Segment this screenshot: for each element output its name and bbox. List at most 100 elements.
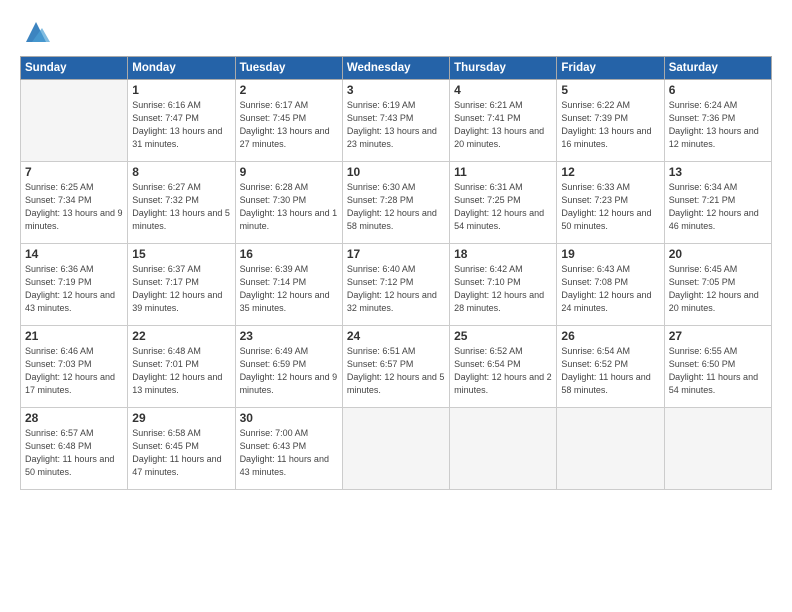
day-info: Sunrise: 6:30 AMSunset: 7:28 PMDaylight:… [347,181,445,233]
weekday-header-row: SundayMondayTuesdayWednesdayThursdayFrid… [21,57,772,80]
page-header [20,18,772,46]
calendar-day-cell: 10 Sunrise: 6:30 AMSunset: 7:28 PMDayligh… [342,162,449,244]
calendar-day-cell: 9 Sunrise: 6:28 AMSunset: 7:30 PMDaylight… [235,162,342,244]
day-info: Sunrise: 6:45 AMSunset: 7:05 PMDaylight:… [669,263,767,315]
day-info: Sunrise: 6:33 AMSunset: 7:23 PMDaylight:… [561,181,659,233]
weekday-header: Wednesday [342,57,449,80]
calendar-day-cell: 17 Sunrise: 6:40 AMSunset: 7:12 PMDayligh… [342,244,449,326]
day-info: Sunrise: 6:46 AMSunset: 7:03 PMDaylight:… [25,345,123,397]
day-info: Sunrise: 6:19 AMSunset: 7:43 PMDaylight:… [347,99,445,151]
day-info: Sunrise: 6:57 AMSunset: 6:48 PMDaylight:… [25,427,123,479]
day-number: 26 [561,329,659,343]
day-info: Sunrise: 6:39 AMSunset: 7:14 PMDaylight:… [240,263,338,315]
weekday-header: Saturday [664,57,771,80]
day-number: 16 [240,247,338,261]
day-info: Sunrise: 6:28 AMSunset: 7:30 PMDaylight:… [240,181,338,233]
calendar-day-cell: 6 Sunrise: 6:24 AMSunset: 7:36 PMDaylight… [664,80,771,162]
calendar-day-cell [450,408,557,490]
calendar-day-cell: 29 Sunrise: 6:58 AMSunset: 6:45 PMDayligh… [128,408,235,490]
day-number: 11 [454,165,552,179]
day-info: Sunrise: 6:42 AMSunset: 7:10 PMDaylight:… [454,263,552,315]
day-number: 21 [25,329,123,343]
calendar-day-cell: 21 Sunrise: 6:46 AMSunset: 7:03 PMDayligh… [21,326,128,408]
day-number: 28 [25,411,123,425]
calendar-week-row: 7 Sunrise: 6:25 AMSunset: 7:34 PMDaylight… [21,162,772,244]
day-info: Sunrise: 6:36 AMSunset: 7:19 PMDaylight:… [25,263,123,315]
calendar-day-cell: 26 Sunrise: 6:54 AMSunset: 6:52 PMDayligh… [557,326,664,408]
calendar-day-cell: 4 Sunrise: 6:21 AMSunset: 7:41 PMDaylight… [450,80,557,162]
day-number: 24 [347,329,445,343]
calendar-day-cell: 5 Sunrise: 6:22 AMSunset: 7:39 PMDaylight… [557,80,664,162]
day-info: Sunrise: 6:43 AMSunset: 7:08 PMDaylight:… [561,263,659,315]
day-number: 23 [240,329,338,343]
day-number: 27 [669,329,767,343]
calendar-day-cell: 23 Sunrise: 6:49 AMSunset: 6:59 PMDayligh… [235,326,342,408]
calendar-day-cell: 16 Sunrise: 6:39 AMSunset: 7:14 PMDayligh… [235,244,342,326]
logo [20,18,50,46]
day-number: 29 [132,411,230,425]
calendar-day-cell: 7 Sunrise: 6:25 AMSunset: 7:34 PMDaylight… [21,162,128,244]
calendar-day-cell [342,408,449,490]
calendar-day-cell [664,408,771,490]
day-number: 30 [240,411,338,425]
day-number: 22 [132,329,230,343]
weekday-header: Tuesday [235,57,342,80]
calendar-day-cell: 11 Sunrise: 6:31 AMSunset: 7:25 PMDayligh… [450,162,557,244]
calendar-day-cell [21,80,128,162]
day-info: Sunrise: 6:34 AMSunset: 7:21 PMDaylight:… [669,181,767,233]
day-number: 18 [454,247,552,261]
day-number: 14 [25,247,123,261]
calendar-day-cell: 1 Sunrise: 6:16 AMSunset: 7:47 PMDaylight… [128,80,235,162]
day-number: 10 [347,165,445,179]
calendar-week-row: 14 Sunrise: 6:36 AMSunset: 7:19 PMDayligh… [21,244,772,326]
day-number: 1 [132,83,230,97]
day-info: Sunrise: 6:54 AMSunset: 6:52 PMDaylight:… [561,345,659,397]
calendar-day-cell: 27Sunrise: 6:55 AMSunset: 6:50 PMDayligh… [664,326,771,408]
day-number: 20 [669,247,767,261]
calendar-day-cell: 28 Sunrise: 6:57 AMSunset: 6:48 PMDayligh… [21,408,128,490]
calendar-day-cell: 24 Sunrise: 6:51 AMSunset: 6:57 PMDayligh… [342,326,449,408]
day-number: 15 [132,247,230,261]
day-number: 3 [347,83,445,97]
calendar-day-cell: 2 Sunrise: 6:17 AMSunset: 7:45 PMDaylight… [235,80,342,162]
calendar-day-cell: 3 Sunrise: 6:19 AMSunset: 7:43 PMDaylight… [342,80,449,162]
day-info: Sunrise: 6:58 AMSunset: 6:45 PMDaylight:… [132,427,230,479]
day-info: Sunrise: 6:31 AMSunset: 7:25 PMDaylight:… [454,181,552,233]
calendar-week-row: 28 Sunrise: 6:57 AMSunset: 6:48 PMDayligh… [21,408,772,490]
day-number: 9 [240,165,338,179]
weekday-header: Thursday [450,57,557,80]
calendar-day-cell: 25Sunrise: 6:52 AMSunset: 6:54 PMDayligh… [450,326,557,408]
calendar-day-cell: 13 Sunrise: 6:34 AMSunset: 7:21 PMDayligh… [664,162,771,244]
day-info: Sunrise: 6:17 AMSunset: 7:45 PMDaylight:… [240,99,338,151]
calendar-day-cell: 15 Sunrise: 6:37 AMSunset: 7:17 PMDayligh… [128,244,235,326]
day-number: 8 [132,165,230,179]
day-number: 19 [561,247,659,261]
day-info: Sunrise: 6:22 AMSunset: 7:39 PMDaylight:… [561,99,659,151]
calendar-day-cell: 12 Sunrise: 6:33 AMSunset: 7:23 PMDayligh… [557,162,664,244]
day-info: Sunrise: 6:37 AMSunset: 7:17 PMDaylight:… [132,263,230,315]
day-number: 4 [454,83,552,97]
day-number: 7 [25,165,123,179]
calendar-day-cell: 20 Sunrise: 6:45 AMSunset: 7:05 PMDayligh… [664,244,771,326]
day-number: 13 [669,165,767,179]
calendar-day-cell: 14 Sunrise: 6:36 AMSunset: 7:19 PMDayligh… [21,244,128,326]
calendar-day-cell: 8Sunrise: 6:27 AMSunset: 7:32 PMDaylight… [128,162,235,244]
day-number: 6 [669,83,767,97]
day-number: 17 [347,247,445,261]
day-info: Sunrise: 6:49 AMSunset: 6:59 PMDaylight:… [240,345,338,397]
day-number: 2 [240,83,338,97]
weekday-header: Monday [128,57,235,80]
calendar-day-cell: 19 Sunrise: 6:43 AMSunset: 7:08 PMDayligh… [557,244,664,326]
day-number: 5 [561,83,659,97]
day-info: Sunrise: 6:24 AMSunset: 7:36 PMDaylight:… [669,99,767,151]
day-info: Sunrise: 6:16 AMSunset: 7:47 PMDaylight:… [132,99,230,151]
calendar-week-row: 1 Sunrise: 6:16 AMSunset: 7:47 PMDaylight… [21,80,772,162]
weekday-header: Sunday [21,57,128,80]
day-info: Sunrise: 6:25 AMSunset: 7:34 PMDaylight:… [25,181,123,233]
day-info: Sunrise: 6:51 AMSunset: 6:57 PMDaylight:… [347,345,445,397]
calendar-week-row: 21 Sunrise: 6:46 AMSunset: 7:03 PMDayligh… [21,326,772,408]
calendar-day-cell [557,408,664,490]
day-info: Sunrise: 6:40 AMSunset: 7:12 PMDaylight:… [347,263,445,315]
day-number: 12 [561,165,659,179]
day-info: Sunrise: 6:21 AMSunset: 7:41 PMDaylight:… [454,99,552,151]
